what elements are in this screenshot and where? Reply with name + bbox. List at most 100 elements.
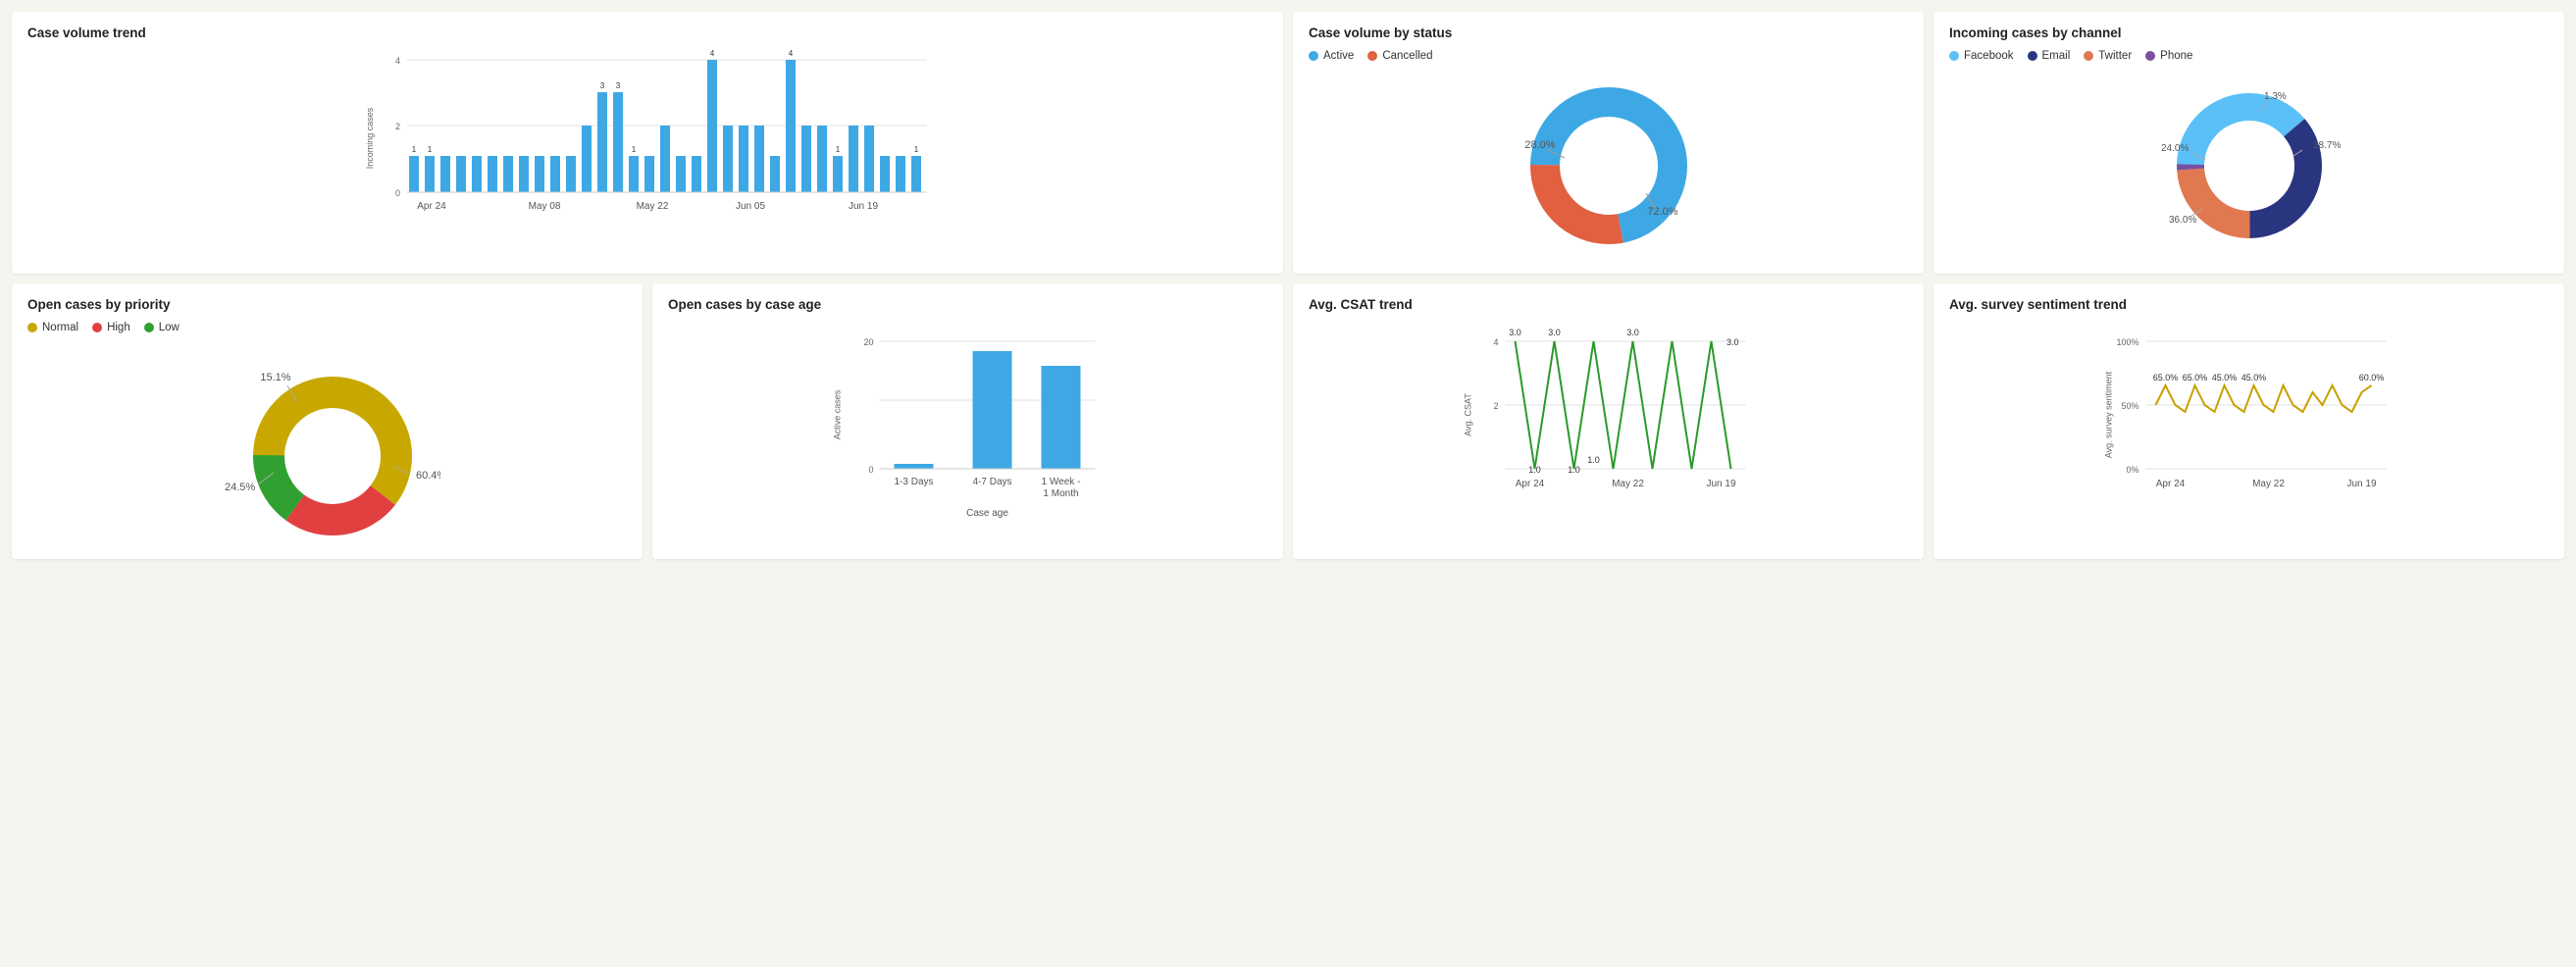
case-volume-status-card: Case volume by status Active Cancelled 2… (1293, 12, 1924, 274)
donut-status-chart: 28.0% 72.0% (1511, 77, 1707, 254)
low-label: Low (159, 322, 180, 333)
svg-text:0%: 0% (2126, 465, 2138, 475)
avg-survey-sentiment-card: Avg. survey sentiment trend 100% 50% 0% … (1933, 283, 2564, 559)
avg-survey-sentiment-chart: 100% 50% 0% Avg. survey sentiment 65.0% … (1949, 322, 2549, 528)
svg-text:Avg. survey sentiment: Avg. survey sentiment (2104, 371, 2114, 458)
open-by-age-card: Open cases by case age 20 0 Active cases… (652, 283, 1283, 559)
svg-text:60.4%: 60.4% (416, 470, 440, 482)
case-volume-trend-chart: 4 2 0 Incoming cases 1 1 3 (27, 50, 1267, 246)
svg-text:3.0: 3.0 (1626, 328, 1639, 337)
svg-text:24.0%: 24.0% (2161, 143, 2189, 154)
svg-text:Apr 24: Apr 24 (417, 201, 446, 212)
svg-text:1.0: 1.0 (1568, 465, 1580, 475)
svg-text:36.0%: 36.0% (2169, 215, 2196, 226)
svg-text:1: 1 (914, 145, 919, 154)
svg-text:1: 1 (836, 145, 841, 154)
svg-text:4: 4 (1493, 337, 1498, 347)
case-volume-status-legend: Active Cancelled (1309, 50, 1908, 62)
svg-text:3.0: 3.0 (1548, 328, 1561, 337)
svg-text:1.3%: 1.3% (2264, 91, 2287, 102)
svg-text:0: 0 (868, 465, 873, 475)
legend-facebook: Facebook (1949, 50, 2014, 62)
priority-legend: Normal High Low (27, 322, 627, 333)
svg-text:3: 3 (616, 81, 621, 90)
legend-normal: Normal (27, 322, 78, 333)
legend-phone: Phone (2145, 50, 2192, 62)
cancelled-dot (1367, 51, 1377, 61)
svg-text:May 22: May 22 (1612, 479, 1644, 489)
svg-text:Jun 05: Jun 05 (736, 201, 765, 212)
svg-text:38.7%: 38.7% (2313, 140, 2341, 151)
svg-text:100%: 100% (2116, 337, 2138, 347)
phone-label: Phone (2160, 50, 2192, 62)
case-volume-trend-card: Case volume trend 4 2 0 Incoming cases 1… (12, 12, 1283, 274)
donut-channel-chart: 38.7% 36.0% 24.0% 1.3% (2141, 77, 2357, 254)
svg-text:24.5%: 24.5% (225, 482, 255, 493)
svg-text:Apr 24: Apr 24 (2156, 479, 2186, 489)
svg-text:20: 20 (863, 337, 873, 347)
donut-status-container: 28.0% 72.0% (1309, 68, 1908, 264)
normal-dot (27, 323, 37, 332)
legend-low: Low (144, 322, 180, 333)
donut-channel-container: 38.7% 36.0% 24.0% 1.3% (1949, 68, 2549, 264)
case-volume-trend-title: Case volume trend (27, 25, 1267, 40)
incoming-by-channel-card: Incoming cases by channel Facebook Email… (1933, 12, 2564, 274)
svg-text:3.0: 3.0 (1509, 328, 1521, 337)
facebook-label: Facebook (1964, 50, 2014, 62)
twitter-label: Twitter (2098, 50, 2132, 62)
avg-csat-trend-title: Avg. CSAT trend (1309, 297, 1908, 312)
svg-text:72.0%: 72.0% (1647, 206, 1677, 218)
legend-email: Email (2028, 50, 2071, 62)
svg-text:4: 4 (395, 56, 400, 66)
svg-text:Case age: Case age (966, 508, 1008, 519)
donut-priority-container: 60.4% 24.5% 15.1% (27, 339, 627, 549)
email-label: Email (2042, 50, 2071, 62)
phone-dot (2145, 51, 2155, 61)
svg-text:15.1%: 15.1% (260, 372, 290, 383)
open-by-priority-card: Open cases by priority Normal High Low (12, 283, 643, 559)
open-by-age-title: Open cases by case age (668, 297, 1267, 312)
active-dot (1309, 51, 1318, 61)
facebook-dot (1949, 51, 1959, 61)
svg-text:1-3 Days: 1-3 Days (894, 477, 933, 487)
legend-cancelled: Cancelled (1367, 50, 1432, 62)
high-label: High (107, 322, 130, 333)
cancelled-label: Cancelled (1382, 50, 1432, 62)
svg-text:65.0%: 65.0% (2183, 373, 2208, 382)
svg-text:Incoming cases: Incoming cases (365, 107, 375, 169)
svg-text:1.0: 1.0 (1528, 465, 1541, 475)
avg-csat-chart: 4 2 Avg. CSAT 3.0 3.0 1.0 3.0 Apr 24 May… (1309, 322, 1908, 528)
svg-text:45.0%: 45.0% (2241, 373, 2267, 382)
legend-high: High (92, 322, 130, 333)
svg-text:2: 2 (395, 122, 400, 131)
svg-text:4: 4 (710, 50, 715, 58)
normal-label: Normal (42, 322, 78, 333)
svg-text:May 22: May 22 (637, 201, 669, 212)
svg-text:Active cases: Active cases (833, 389, 843, 439)
svg-text:Jun 19: Jun 19 (2346, 479, 2376, 489)
svg-text:28.0%: 28.0% (1524, 139, 1555, 151)
channel-legend: Facebook Email Twitter Phone (1949, 50, 2549, 62)
svg-text:Apr 24: Apr 24 (1516, 479, 1545, 489)
incoming-by-channel-title: Incoming cases by channel (1949, 25, 2549, 40)
svg-text:May 22: May 22 (2252, 479, 2285, 489)
svg-text:4-7 Days: 4-7 Days (972, 477, 1011, 487)
high-dot (92, 323, 102, 332)
svg-text:1: 1 (412, 145, 417, 154)
svg-text:0: 0 (395, 188, 400, 198)
svg-text:May 08: May 08 (529, 201, 561, 212)
legend-active: Active (1309, 50, 1354, 62)
case-volume-status-title: Case volume by status (1309, 25, 1908, 40)
active-label: Active (1323, 50, 1354, 62)
svg-text:60.0%: 60.0% (2359, 373, 2385, 382)
svg-text:65.0%: 65.0% (2153, 373, 2179, 382)
svg-text:Jun 19: Jun 19 (849, 201, 878, 212)
svg-text:4: 4 (789, 50, 794, 58)
avg-survey-sentiment-title: Avg. survey sentiment trend (1949, 297, 2549, 312)
legend-twitter: Twitter (2084, 50, 2132, 62)
email-dot (2028, 51, 2037, 61)
dashboard: Case volume trend 4 2 0 Incoming cases 1… (12, 12, 2564, 559)
svg-text:1 Week -: 1 Week - (1042, 477, 1081, 487)
svg-text:1: 1 (428, 145, 433, 154)
low-dot (144, 323, 154, 332)
